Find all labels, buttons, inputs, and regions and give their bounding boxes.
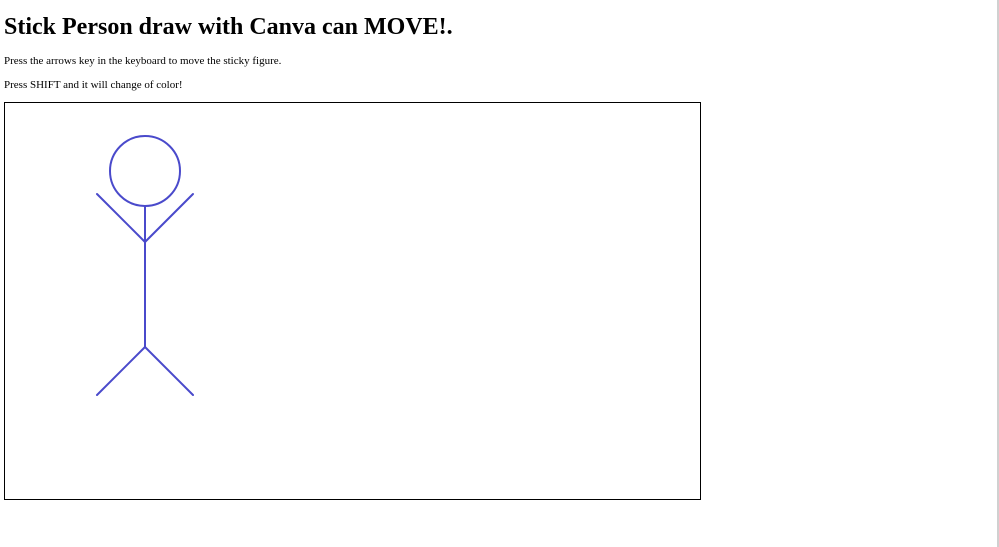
stick-figure-right-leg [144, 346, 194, 396]
stick-figure-left-arm [96, 193, 146, 243]
page-title: Stick Person draw with Canva can MOVE!. [4, 14, 453, 40]
stick-figure [96, 135, 194, 396]
shift-key-instruction: Press SHIFT and it will change of color! [4, 79, 183, 91]
stick-figure-head [109, 135, 181, 207]
stick-figure-left-leg [96, 346, 146, 396]
drawing-canvas[interactable] [4, 102, 701, 500]
arrow-keys-instruction: Press the arrows key in the keyboard to … [4, 55, 282, 67]
stick-figure-right-arm [144, 193, 194, 243]
